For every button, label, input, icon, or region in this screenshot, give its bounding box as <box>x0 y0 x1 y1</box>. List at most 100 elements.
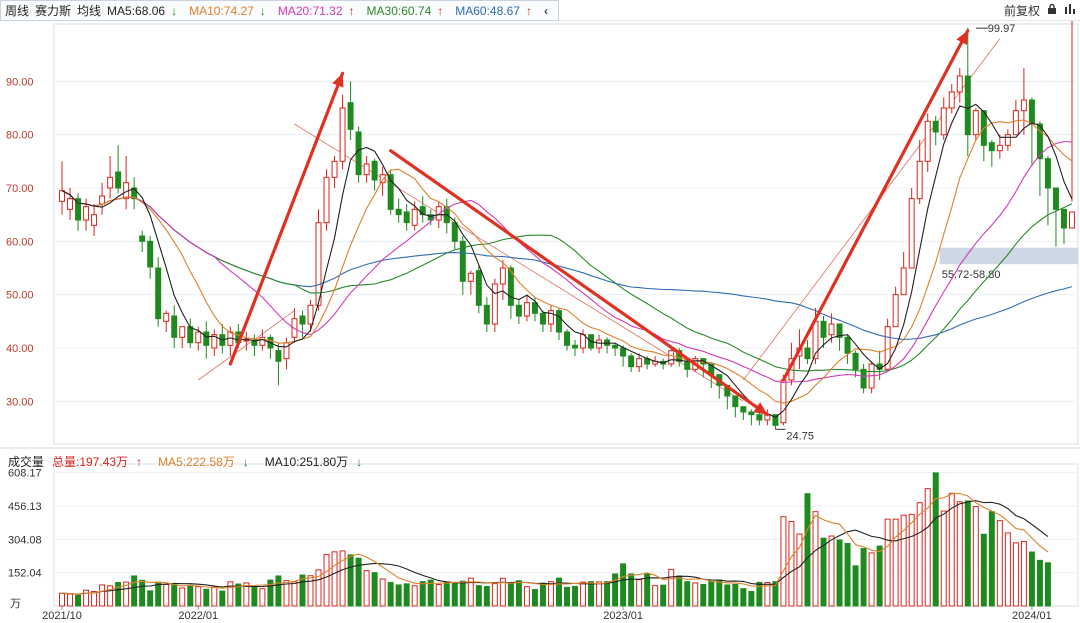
volume-bar[interactable] <box>748 591 755 607</box>
volume-bar[interactable] <box>379 578 386 607</box>
candle-body[interactable] <box>916 160 923 200</box>
candle-body[interactable] <box>363 163 370 176</box>
volume-bar[interactable] <box>403 583 410 607</box>
candle-body[interactable] <box>1069 211 1075 229</box>
volume-bar[interactable] <box>588 581 595 607</box>
volume-bar[interactable] <box>716 579 723 607</box>
candle-body[interactable] <box>195 331 202 344</box>
volume-bar[interactable] <box>131 575 138 607</box>
candle-body[interactable] <box>988 142 995 152</box>
volume-bar[interactable] <box>932 472 939 607</box>
volume-bar[interactable] <box>171 584 178 607</box>
volume-bar[interactable] <box>139 579 146 607</box>
volume-bar[interactable] <box>780 516 787 607</box>
volume-bar[interactable] <box>884 518 891 607</box>
candle-body[interactable] <box>564 331 570 346</box>
candle-body[interactable] <box>411 208 418 226</box>
volume-bar[interactable] <box>876 545 883 607</box>
volume-bar[interactable] <box>219 590 226 607</box>
volume-bar[interactable] <box>1012 542 1019 607</box>
candle-body[interactable] <box>171 315 178 338</box>
volume-bar[interactable] <box>580 581 587 607</box>
volume-bar[interactable] <box>323 553 330 607</box>
candle-body[interactable] <box>347 102 354 130</box>
period-label[interactable]: 周线 <box>5 2 29 19</box>
volume-bar[interactable] <box>371 572 378 607</box>
volume-bar[interactable] <box>1004 532 1011 607</box>
candle-body[interactable] <box>956 75 963 93</box>
volume-bar[interactable] <box>908 513 915 607</box>
candle-body[interactable] <box>99 195 106 205</box>
candle-body[interactable] <box>1028 99 1035 125</box>
candle-body[interactable] <box>467 272 474 282</box>
volume-bar[interactable] <box>331 551 338 607</box>
candle-body[interactable] <box>539 312 546 325</box>
volume-bar[interactable] <box>251 586 258 607</box>
volume-bar[interactable] <box>996 520 1003 607</box>
volume-bar[interactable] <box>483 585 490 607</box>
candle-body[interactable] <box>820 320 827 338</box>
volume-bar[interactable] <box>804 493 811 607</box>
candle-body[interactable] <box>948 91 955 109</box>
volume-bar[interactable] <box>620 563 627 607</box>
candle-body[interactable] <box>1004 134 1011 146</box>
volume-bar[interactable] <box>812 511 819 607</box>
candle-body[interactable] <box>804 347 811 360</box>
volume-bar[interactable] <box>636 579 643 607</box>
candle-body[interactable] <box>852 352 859 370</box>
candle-body[interactable] <box>748 411 755 416</box>
bars-icon[interactable] <box>1064 3 1076 18</box>
candle-body[interactable] <box>572 344 579 349</box>
candle-body[interactable] <box>187 326 194 344</box>
volume-bar[interactable] <box>724 584 731 607</box>
candle-body[interactable] <box>259 336 266 346</box>
candle-body[interactable] <box>780 379 787 424</box>
stock-chart[interactable]: 90.0080.0070.0060.0050.0040.0030.00608.1… <box>0 0 1080 623</box>
volume-bar[interactable] <box>572 585 579 607</box>
volume-bar[interactable] <box>363 570 370 607</box>
volume-bar[interactable] <box>147 590 154 607</box>
candle-body[interactable] <box>900 267 907 296</box>
candle-body[interactable] <box>323 176 330 224</box>
volume-bar[interactable] <box>307 575 314 607</box>
volume-bar[interactable] <box>203 588 210 607</box>
volume-bar[interactable] <box>820 537 827 607</box>
candle-body[interactable] <box>668 350 675 365</box>
candle-body[interactable] <box>684 360 691 370</box>
volume-bar[interactable] <box>195 586 202 607</box>
candle-body[interactable] <box>620 347 627 357</box>
volume-bar[interactable] <box>964 500 971 607</box>
volume-bar[interactable] <box>708 580 715 607</box>
volume-bar[interactable] <box>275 575 282 607</box>
candle-body[interactable] <box>964 75 971 136</box>
candle-body[interactable] <box>499 267 506 285</box>
candle-body[interactable] <box>475 270 482 306</box>
candle-body[interactable] <box>491 283 498 325</box>
volume-bar[interactable] <box>539 582 546 607</box>
volume-bar[interactable] <box>523 586 530 607</box>
candle-body[interactable] <box>299 315 306 325</box>
volume-bar[interactable] <box>676 575 683 607</box>
volume-bar[interactable] <box>732 584 739 607</box>
candle-body[interactable] <box>283 342 290 360</box>
volume-bar[interactable] <box>435 584 442 607</box>
candle-body[interactable] <box>924 120 931 162</box>
volume-bar[interactable] <box>387 582 394 607</box>
volume-bar[interactable] <box>475 585 482 607</box>
candle-body[interactable] <box>163 312 170 322</box>
candle-body[interactable] <box>612 344 619 349</box>
volume-bar[interactable] <box>980 533 987 607</box>
candle-body[interactable] <box>395 208 402 216</box>
volume-bar[interactable] <box>507 582 514 607</box>
candle-body[interactable] <box>972 110 979 136</box>
volume-bar[interactable] <box>700 584 707 607</box>
volume-bar[interactable] <box>668 568 675 607</box>
lock-icon[interactable] <box>1046 3 1058 18</box>
volume-bar[interactable] <box>1044 562 1051 607</box>
volume-bar[interactable] <box>491 583 498 607</box>
candle-body[interactable] <box>139 235 146 242</box>
volume-bar[interactable] <box>155 581 162 607</box>
candle-body[interactable] <box>932 120 939 133</box>
volume-bar[interactable] <box>684 581 691 607</box>
candle-body[interactable] <box>339 107 346 162</box>
